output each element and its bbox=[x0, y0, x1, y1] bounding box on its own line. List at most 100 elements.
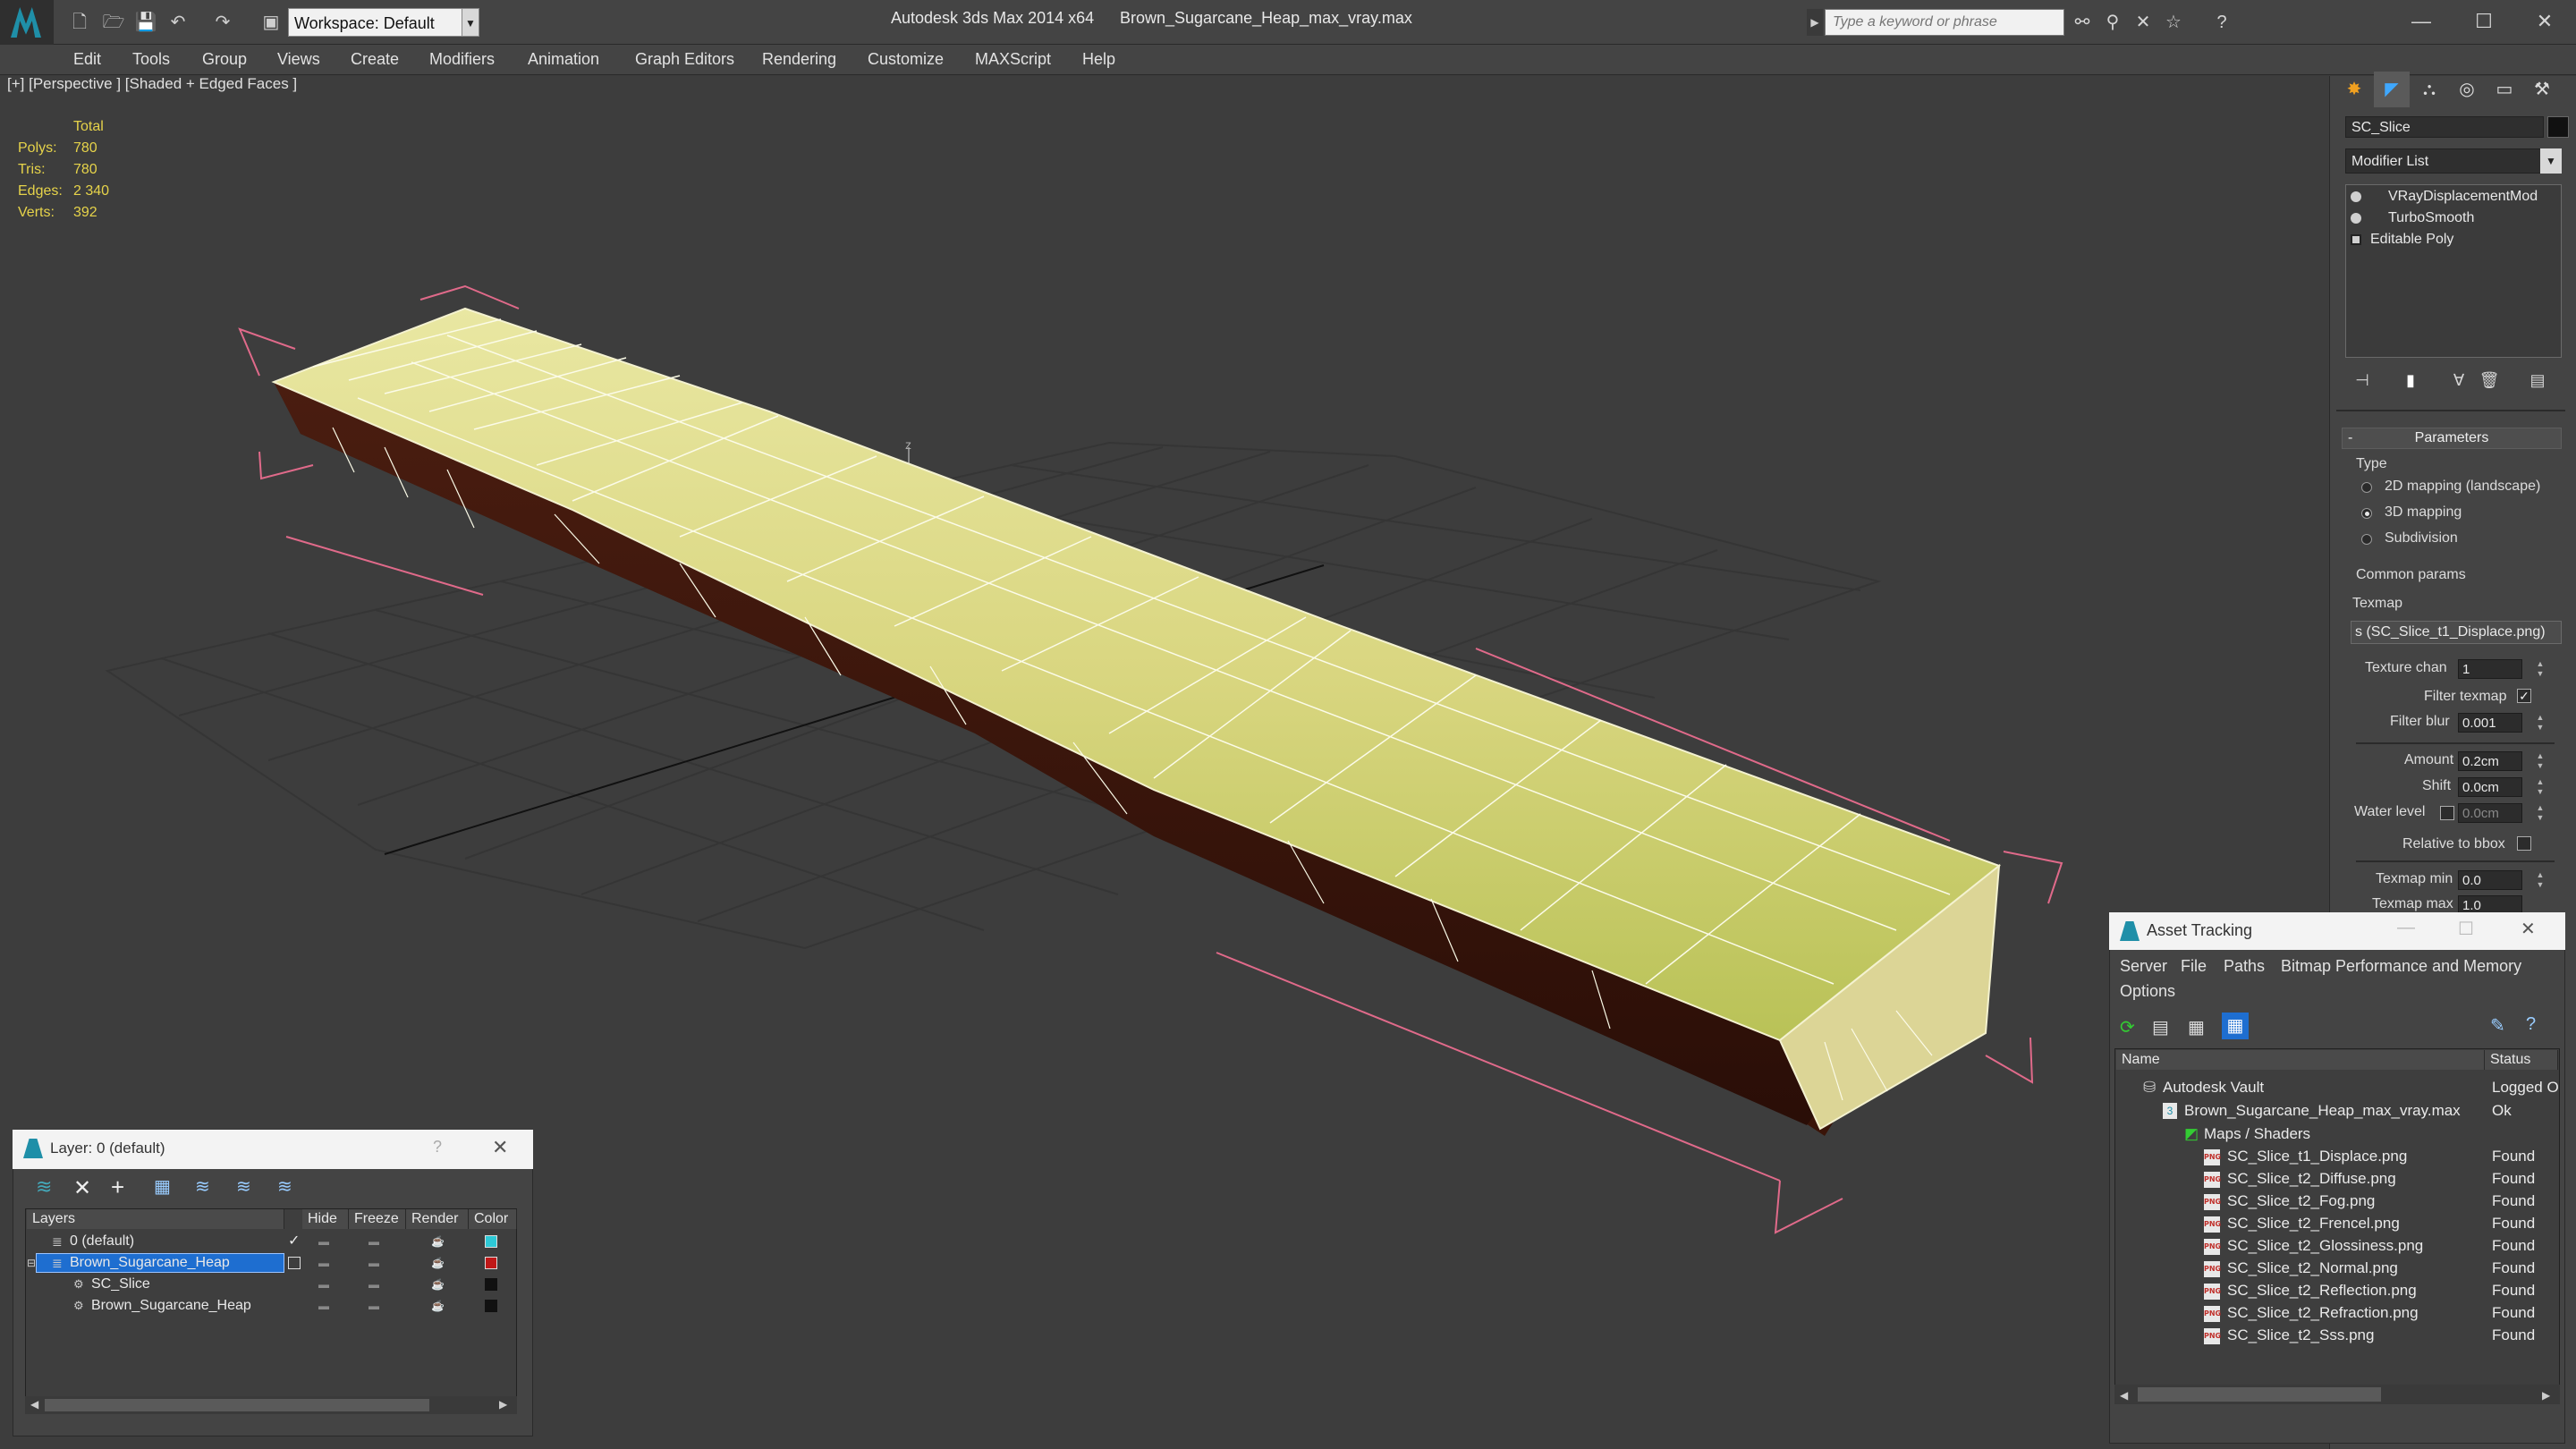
object-row[interactable]: ⚙ SC_Slice ▬ ▬ ☕ bbox=[27, 1274, 515, 1295]
minimize-icon[interactable]: — bbox=[2390, 4, 2453, 39]
column-name[interactable]: Name bbox=[2116, 1050, 2485, 1070]
minimize-icon[interactable]: — bbox=[2397, 918, 2415, 938]
hide-toggle[interactable]: ▬ bbox=[318, 1274, 329, 1295]
redo-icon[interactable]: ↷ bbox=[211, 11, 234, 34]
lightbulb-icon[interactable] bbox=[2351, 212, 2361, 224]
asset-row-texture[interactable]: PNG SC_Slice_t2_Sss.png Found bbox=[2116, 1324, 2558, 1347]
help-icon[interactable]: ? bbox=[2526, 1014, 2536, 1035]
radio-3d-mapping[interactable] bbox=[2361, 508, 2372, 519]
search-expand-icon[interactable]: ▶ bbox=[1807, 9, 1823, 36]
highlight-icon[interactable]: ✎ bbox=[2490, 1014, 2505, 1037]
spinner-arrows-icon[interactable]: ▲ ▼ bbox=[2535, 751, 2546, 771]
scroll-left-icon[interactable]: ◀ bbox=[30, 1398, 38, 1411]
app-menu-button[interactable] bbox=[0, 0, 54, 45]
texmap-button[interactable]: s (SC_Slice_t1_Displace.png) bbox=[2351, 621, 2562, 644]
layer-color-swatch[interactable] bbox=[485, 1235, 497, 1248]
asset-menu-bitmap-performance[interactable]: Bitmap Performance and Memory bbox=[2281, 957, 2521, 976]
freeze-toggle[interactable]: ▬ bbox=[369, 1231, 379, 1252]
modify-tab-icon[interactable]: ◤ bbox=[2374, 72, 2410, 107]
hide-toggle[interactable]: ▬ bbox=[318, 1295, 329, 1317]
hide-toggle[interactable]: ▬ bbox=[318, 1252, 329, 1274]
remove-modifier-icon[interactable]: 🗑 bbox=[2476, 367, 2503, 394]
radio-2d-mapping[interactable] bbox=[2361, 482, 2372, 493]
viewport-label[interactable]: [+] [Perspective ] [Shaded + Edged Faces… bbox=[7, 75, 297, 93]
modifier-list-dropdown[interactable]: Modifier List bbox=[2345, 148, 2560, 174]
help-icon[interactable]: ? bbox=[2209, 11, 2234, 34]
layer-color-swatch[interactable] bbox=[485, 1278, 497, 1291]
asset-row-maps-shaders[interactable]: ◩ Maps / Shaders bbox=[2116, 1123, 2558, 1146]
column-status[interactable]: Status bbox=[2485, 1050, 2558, 1070]
make-unique-icon[interactable]: ∀ bbox=[2445, 367, 2472, 394]
hierarchy-tab-icon[interactable]: ⛬ bbox=[2411, 72, 2447, 107]
show-end-result-icon[interactable]: ▮ bbox=[2397, 367, 2424, 394]
asset-menu-file[interactable]: File bbox=[2181, 957, 2207, 976]
water-level-spinner[interactable]: 0.0cm bbox=[2458, 803, 2522, 823]
maximize-icon[interactable]: ☐ bbox=[2453, 4, 2515, 39]
texture-chan-spinner[interactable]: 1 bbox=[2458, 659, 2522, 679]
freeze-toggle[interactable]: ▬ bbox=[369, 1274, 379, 1295]
workspace-dropdown[interactable]: Workspace: Default bbox=[288, 8, 467, 37]
close-icon[interactable]: ✕ bbox=[492, 1136, 508, 1159]
parameters-rollout-header[interactable]: - Parameters bbox=[2342, 428, 2562, 449]
asset-row-texture[interactable]: PNG SC_Slice_t2_Fog.png Found bbox=[2116, 1190, 2558, 1213]
column-render[interactable]: Render bbox=[406, 1209, 469, 1229]
menu-graph-editors[interactable]: Graph Editors bbox=[635, 50, 734, 69]
asset-row-texture[interactable]: PNG SC_Slice_t2_Refraction.png Found bbox=[2116, 1301, 2558, 1325]
asset-row-texture[interactable]: PNG SC_Slice_t2_Normal.png Found bbox=[2116, 1257, 2558, 1280]
menu-customize[interactable]: Customize bbox=[868, 50, 944, 69]
scroll-right-icon[interactable]: ▶ bbox=[499, 1398, 507, 1411]
scrollbar-thumb[interactable] bbox=[45, 1399, 429, 1411]
asset-menu-server[interactable]: Server bbox=[2120, 957, 2167, 976]
table-view-icon[interactable]: ▦ bbox=[2222, 1013, 2249, 1039]
radio-subdivision[interactable] bbox=[2361, 534, 2372, 545]
configure-modifier-sets-icon[interactable]: ▤ bbox=[2524, 367, 2551, 394]
menu-maxscript[interactable]: MAXScript bbox=[975, 50, 1051, 69]
asset-row-texture[interactable]: PNG SC_Slice_t2_Frencel.png Found bbox=[2116, 1212, 2558, 1235]
layers-icon[interactable]: ≋ bbox=[36, 1175, 52, 1199]
motion-tab-icon[interactable]: ◎ bbox=[2449, 72, 2485, 107]
menu-help[interactable]: Help bbox=[1082, 50, 1115, 69]
save-file-icon[interactable]: 💾 bbox=[134, 11, 157, 34]
render-teapot-icon[interactable]: ☕ bbox=[431, 1274, 445, 1295]
object-color-swatch[interactable] bbox=[2547, 116, 2569, 138]
spinner-arrows-icon[interactable]: ▲ ▼ bbox=[2535, 713, 2546, 733]
current-layer-box[interactable] bbox=[288, 1257, 301, 1269]
filter-blur-spinner[interactable]: 0.001 bbox=[2458, 713, 2522, 733]
expand-icon[interactable]: ⊟ bbox=[27, 1252, 36, 1274]
scrollbar-thumb[interactable] bbox=[2138, 1387, 2381, 1402]
close-icon[interactable]: ✕ bbox=[2513, 4, 2576, 39]
highlight-layer-icon[interactable]: ≋ bbox=[195, 1175, 210, 1198]
favorites-star-icon[interactable]: ☆ bbox=[2161, 11, 2186, 34]
layer-row-selected[interactable]: ⊟ ≣ Brown_Sugarcane_Heap ▬ ▬ ☕ bbox=[27, 1252, 515, 1274]
expand-box-icon[interactable] bbox=[2351, 233, 2361, 245]
menu-create[interactable]: Create bbox=[351, 50, 399, 69]
asset-row-texture[interactable]: PNG SC_Slice_t2_Diffuse.png Found bbox=[2116, 1167, 2558, 1191]
stack-item-editable-poly[interactable]: Editable Poly bbox=[2351, 230, 2558, 250]
layer-color-swatch[interactable] bbox=[485, 1300, 497, 1312]
asset-row-scene-file[interactable]: 3 Brown_Sugarcane_Heap_max_vray.max Ok bbox=[2116, 1099, 2558, 1123]
select-objects-icon[interactable]: ▦ bbox=[154, 1175, 171, 1198]
spinner-arrows-icon[interactable]: ▲ ▼ bbox=[2535, 870, 2546, 890]
lightbulb-icon[interactable] bbox=[2351, 191, 2361, 202]
maximize-icon[interactable]: ☐ bbox=[2458, 918, 2474, 940]
refresh-icon[interactable]: ⟳ bbox=[2120, 1016, 2135, 1038]
radio-2d-mapping-label[interactable]: 2D mapping (landscape) bbox=[2385, 479, 2540, 495]
asset-menu-paths[interactable]: Paths bbox=[2224, 957, 2265, 976]
hide-toggle[interactable]: ▬ bbox=[318, 1231, 329, 1252]
chevron-down-icon[interactable]: ▼ bbox=[2540, 148, 2562, 174]
search-input[interactable] bbox=[1825, 9, 2064, 36]
menu-tools[interactable]: Tools bbox=[132, 50, 170, 69]
amount-spinner[interactable]: 0.2cm bbox=[2458, 751, 2522, 771]
add-layer-icon[interactable]: + bbox=[111, 1174, 124, 1201]
scroll-left-icon[interactable]: ◀ bbox=[2120, 1389, 2128, 1402]
layer-color-swatch[interactable] bbox=[485, 1257, 497, 1269]
relative-bbox-checkbox[interactable] bbox=[2517, 836, 2531, 851]
render-teapot-icon[interactable]: ☕ bbox=[431, 1231, 445, 1252]
subscription-icon[interactable]: ⚲ bbox=[2100, 11, 2125, 34]
menu-group[interactable]: Group bbox=[202, 50, 247, 69]
list-view-icon[interactable]: ▤ bbox=[2152, 1016, 2169, 1038]
column-layers[interactable]: Layers bbox=[27, 1209, 284, 1229]
freeze-toggle[interactable]: ▬ bbox=[369, 1295, 379, 1317]
scroll-right-icon[interactable]: ▶ bbox=[2542, 1389, 2550, 1402]
column-color[interactable]: Color bbox=[469, 1209, 517, 1229]
